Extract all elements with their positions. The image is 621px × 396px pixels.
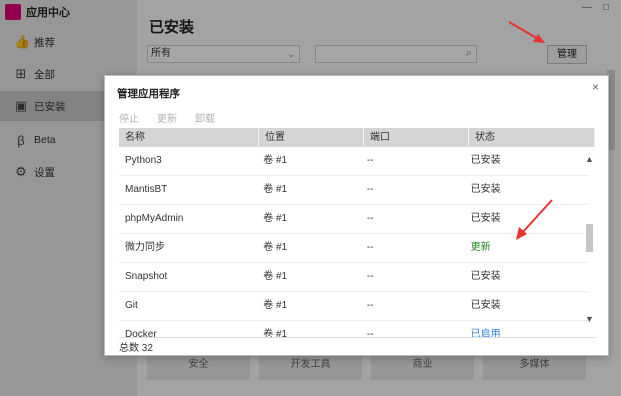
dialog-title: 管理应用程序	[117, 88, 180, 100]
cell-status: 更新	[470, 242, 491, 253]
table-scrollbar[interactable]: ▲ ▼	[583, 128, 595, 338]
cell-status: 已安装	[470, 213, 501, 224]
cell-port: --	[366, 155, 374, 166]
cell-location: 卷 #1	[263, 184, 288, 195]
cell-location: 卷 #1	[263, 300, 288, 311]
cell-location: 卷 #1	[263, 271, 288, 282]
table-row[interactable]: Snapshot 卷 #1 -- 已安装	[119, 263, 589, 292]
cell-status: 已启用	[470, 329, 501, 338]
scroll-up-icon[interactable]: ▲	[585, 154, 594, 164]
cell-status: 已安装	[470, 300, 501, 311]
table-row[interactable]: MantisBT 卷 #1 -- 已安装	[119, 176, 589, 205]
table-row[interactable]: Docker 卷 #1 -- 已启用	[119, 321, 589, 338]
dialog-toolbar: 停止 更新 卸载	[119, 110, 215, 125]
cell-status: 已安装	[470, 271, 501, 282]
cell-name: Git	[125, 300, 138, 311]
column-header-name[interactable]: 名称	[119, 128, 259, 147]
column-header-location[interactable]: 位置	[259, 128, 364, 147]
scroll-thumb[interactable]	[586, 224, 593, 252]
uninstall-button[interactable]: 卸载	[195, 110, 215, 125]
cell-port: --	[366, 184, 374, 195]
cell-port: --	[366, 329, 374, 338]
cell-location: 卷 #1	[263, 242, 288, 253]
cell-location: 卷 #1	[263, 155, 288, 166]
update-button[interactable]: 更新	[157, 110, 177, 125]
cell-port: --	[366, 213, 374, 224]
total-count: 总数 32	[119, 343, 153, 354]
cell-name: Snapshot	[125, 271, 168, 282]
cell-status: 已安装	[470, 184, 501, 195]
cell-name: phpMyAdmin	[125, 213, 184, 224]
column-header-status[interactable]: 状态	[469, 128, 595, 147]
table-header: 名称 位置 端口 状态	[119, 128, 595, 147]
table-row[interactable]: Git 卷 #1 -- 已安装	[119, 292, 589, 321]
manage-apps-dialog: 管理应用程序 × 停止 更新 卸载 名称 位置 端口 状态 Python3 卷 #…	[104, 75, 609, 356]
cell-port: --	[366, 242, 374, 253]
table-row[interactable]: phpMyAdmin 卷 #1 -- 已安装	[119, 205, 589, 234]
cell-port: --	[366, 300, 374, 311]
cell-location: 卷 #1	[263, 329, 288, 338]
table-row[interactable]: 微力同步 卷 #1 -- 更新	[119, 234, 589, 263]
cell-port: --	[366, 271, 374, 282]
cell-name: Docker	[125, 329, 157, 338]
table-row[interactable]: Python3 卷 #1 -- 已安装	[119, 147, 589, 176]
stop-button[interactable]: 停止	[119, 110, 139, 125]
cell-name: 微力同步	[125, 242, 165, 253]
cell-name: Python3	[125, 155, 162, 166]
apps-table: 名称 位置 端口 状态 Python3 卷 #1 -- 已安装 MantisBT 卷 #1…	[119, 128, 595, 338]
table-body: Python3 卷 #1 -- 已安装 MantisBT 卷 #1 -- 已安装 phpMyAd…	[119, 147, 589, 338]
cell-location: 卷 #1	[263, 213, 288, 224]
cell-status: 已安装	[470, 155, 501, 166]
column-header-port[interactable]: 端口	[364, 128, 469, 147]
scroll-down-icon[interactable]: ▼	[585, 314, 594, 324]
close-icon[interactable]: ×	[592, 80, 599, 94]
cell-name: MantisBT	[125, 184, 168, 195]
